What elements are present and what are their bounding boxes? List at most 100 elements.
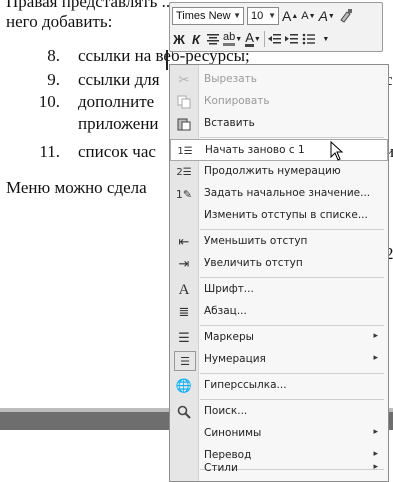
shrink-font-icon: A <box>301 10 309 22</box>
decrease-indent-icon: ⇤ <box>178 234 190 250</box>
font-color-icon: A <box>245 29 254 47</box>
intro-text-line2: него добавить: <box>6 12 113 31</box>
menu-item-decrease-indent[interactable]: ⇤ Уменьшить отступ <box>170 231 388 253</box>
menu-item-cut[interactable]: ✂ Вырезать <box>170 69 388 91</box>
copy-icon <box>174 93 194 111</box>
mini-toolbar: Times New ▼ 10 ▼ A ▲ A ▼ A ▼ Ж К ab ▼ A … <box>169 2 383 52</box>
menu-separator <box>200 277 384 278</box>
font-name-combo[interactable]: Times New ▼ <box>172 7 244 25</box>
increase-indent-icon: ⇥ <box>178 256 190 272</box>
chevron-down-icon: ▼ <box>322 35 330 43</box>
menu-item-label: Абзац... <box>204 305 247 317</box>
menu-item-label: Начать заново с 1 <box>205 144 305 156</box>
increase-indent-icon <box>284 34 298 44</box>
hyperlink-icon: 🌐 <box>175 378 193 394</box>
menu-item-label: Синонимы <box>204 427 262 439</box>
font-size-combo[interactable]: 10 ▼ <box>247 7 279 25</box>
decrease-indent-icon <box>267 34 281 44</box>
scissors-icon: ✂ <box>178 72 190 88</box>
menu-item-continue-numbering[interactable]: 2☰ Продолжить нумерацию <box>170 161 388 183</box>
chevron-down-icon[interactable]: ▼ <box>233 11 241 20</box>
italic-button[interactable]: К <box>189 30 203 48</box>
menu-item-restart-numbering[interactable]: 1☰ Начать заново с 1 <box>170 139 388 161</box>
highlight-icon: ab <box>223 32 236 46</box>
menu-item-label: Вырезать <box>204 73 257 85</box>
text-effects-icon: A <box>318 8 328 24</box>
increase-indent-button[interactable] <box>284 30 299 48</box>
toolbar-more-button[interactable]: ▼ <box>319 30 333 48</box>
font-icon: A <box>178 281 190 298</box>
grow-font-button[interactable]: A ▲ <box>282 7 298 25</box>
menu-item-label: Увеличить отступ <box>204 257 303 269</box>
menu-item-bullets[interactable]: ☰ Маркеры ▸ <box>170 327 388 349</box>
set-value-icon: 1✎ <box>175 187 193 201</box>
bold-button[interactable]: Ж <box>172 30 186 48</box>
menu-item-set-value[interactable]: 1✎ Задать начальное значение... <box>170 183 388 205</box>
chevron-down-icon[interactable]: ▼ <box>268 11 276 20</box>
paste-icon <box>174 115 194 133</box>
list-number: 10. <box>38 92 60 111</box>
menu-item-adjust-indents[interactable]: Изменить отступы в списке... <box>170 205 388 227</box>
search-icon <box>174 403 194 421</box>
list-number: 11. <box>39 142 60 161</box>
list-item-continuation: приложени <box>78 114 159 133</box>
menu-separator <box>200 373 384 374</box>
menu-item-label: Задать начальное значение... <box>204 187 371 199</box>
menu-item-label: Маркеры <box>204 331 254 343</box>
center-align-button[interactable] <box>206 30 220 48</box>
bullets-button[interactable] <box>302 30 316 48</box>
continue-numbering-icon: 2☰ <box>176 166 192 178</box>
menu-item-label: Уменьшить отступ <box>204 235 308 247</box>
list-item: ссылки для <box>78 70 160 89</box>
format-painter-button[interactable] <box>338 7 354 25</box>
decrease-indent-button[interactable] <box>267 30 282 48</box>
body-text: Меню можно сдела <box>6 178 147 197</box>
highlight-button[interactable]: ab ▼ <box>223 30 242 48</box>
font-size-value: 10 <box>251 10 264 22</box>
menu-item-label: Копировать <box>204 95 270 107</box>
text-cursor <box>166 50 168 70</box>
submenu-arrow-icon: ▸ <box>373 427 378 437</box>
menu-separator <box>200 137 384 138</box>
menu-item-hyperlink[interactable]: 🌐 Гиперссылка... <box>170 375 388 397</box>
menu-item-numbering[interactable]: ☰ Нумерация ▸ <box>170 349 388 371</box>
bold-icon: Ж <box>173 31 185 47</box>
font-name-value: Times New <box>176 10 231 22</box>
paragraph-icon: ≣ <box>178 304 190 320</box>
menu-item-label: Стили <box>204 462 238 474</box>
grow-font-icon: A <box>282 8 292 24</box>
menu-item-label: Поиск... <box>204 405 248 417</box>
menu-item-synonyms[interactable]: Синонимы ▸ <box>170 423 388 445</box>
restart-numbering-icon: 1☰ <box>177 145 193 157</box>
menu-item-label: Изменить отступы в списке... <box>204 209 368 221</box>
menu-separator <box>200 229 384 230</box>
numbering-icon: ☰ <box>174 351 196 371</box>
menu-item-increase-indent[interactable]: ⇥ Увеличить отступ <box>170 253 388 275</box>
submenu-arrow-icon: ▸ <box>373 331 378 341</box>
font-color-button[interactable]: A ▼ <box>245 30 261 48</box>
intro-text-line1: Правая представлять ... <box>6 0 175 11</box>
format-painter-icon <box>340 9 352 23</box>
bullets-icon: ☰ <box>178 330 190 346</box>
menu-item-search[interactable]: Поиск... <box>170 401 388 423</box>
menu-item-label: Шрифт... <box>204 283 254 295</box>
center-align-icon <box>207 34 219 45</box>
context-menu: ✂ Вырезать Копировать Вставить 1☰ Начать… <box>169 64 389 482</box>
list-item: список час <box>78 142 156 161</box>
menu-item-paste[interactable]: Вставить <box>170 113 388 135</box>
list-number: 9. <box>47 70 60 89</box>
italic-icon: К <box>192 31 200 47</box>
menu-item-copy[interactable]: Копировать <box>170 91 388 113</box>
menu-item-font[interactable]: A Шрифт... <box>170 279 388 301</box>
list-number: 8. <box>47 46 60 65</box>
menu-item-label: Нумерация <box>204 353 266 365</box>
text-effects-button[interactable]: A ▼ <box>319 7 335 25</box>
shrink-font-button[interactable]: A ▼ <box>301 7 315 25</box>
menu-item-styles[interactable]: Стили ▸ <box>170 458 388 480</box>
menu-item-label: Продолжить нумерацию <box>204 165 341 177</box>
list-item: дополните <box>78 92 155 111</box>
menu-item-label: Гиперссылка... <box>204 379 287 391</box>
bullets-icon <box>302 33 315 45</box>
menu-item-paragraph[interactable]: ≣ Абзац... <box>170 301 388 323</box>
toolbar-separator <box>263 31 265 47</box>
